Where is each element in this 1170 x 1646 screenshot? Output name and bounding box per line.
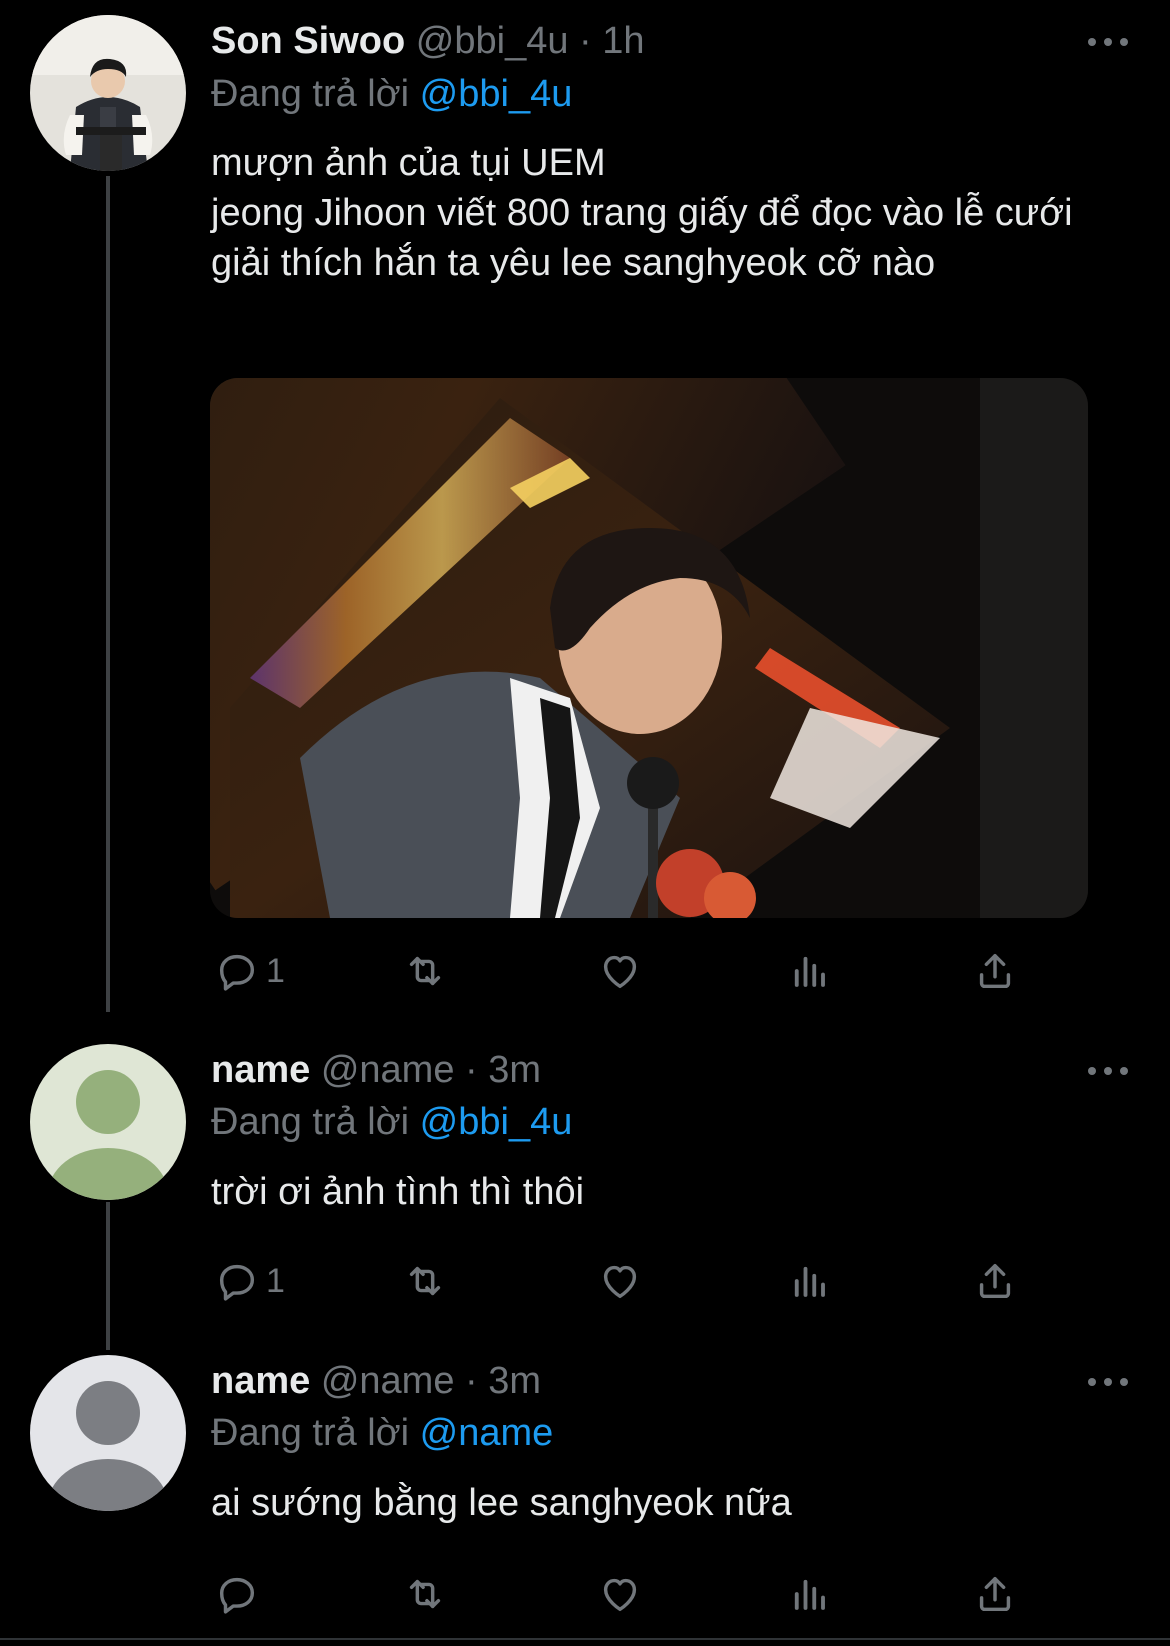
views-button[interactable] [788,1253,830,1309]
views-button[interactable] [788,943,830,999]
retweet-icon [409,956,441,986]
tweet[interactable]: Son Siwoo @bbi_4u · 1h Đang trả lời @bbi… [0,0,1170,1000]
like-button[interactable] [596,1566,644,1622]
avatar[interactable] [30,1355,186,1511]
display-name[interactable]: name [211,1049,310,1091]
display-name[interactable]: Son Siwoo [211,20,405,62]
like-button[interactable] [596,943,644,999]
retweet-button[interactable] [400,943,450,999]
timestamp[interactable]: 1h [602,20,644,62]
more-icon[interactable] [1088,32,1128,52]
tweet-actions: 1 [210,1253,1050,1309]
share-button[interactable] [972,1566,1018,1622]
replying-to: Đang trả lời @name [211,1410,553,1456]
tweet-text: mượn ảnh của tụi UEM jeong Jihoon viết 8… [211,142,1073,284]
user-handle[interactable]: @name [321,1049,455,1091]
views-button[interactable] [788,1566,830,1622]
more-icon[interactable] [1088,1061,1128,1081]
replying-to-label: Đang trả lời [211,73,410,115]
tweet-text: trời ơi ảnh tình thì thôi [211,1171,585,1213]
reply-button[interactable] [214,1566,266,1622]
reply-icon [219,1577,255,1614]
separator: · [465,1049,478,1091]
user-handle[interactable]: @bbi_4u [416,20,569,62]
like-button[interactable] [596,1253,644,1309]
tweet-text: ai sướng bằng lee sanghyeok nữa [211,1482,792,1524]
display-name[interactable]: name [211,1360,310,1402]
like-icon [603,1265,637,1299]
reply-button[interactable]: 1 [214,1253,285,1309]
reply-mention-link[interactable]: @bbi_4u [420,1101,573,1143]
like-icon [603,1578,637,1612]
share-icon [979,1576,1011,1612]
views-icon [794,1579,825,1610]
user-photo-avatar [30,15,186,171]
timestamp[interactable]: 3m [488,1360,541,1402]
tweet-header: Son Siwoo @bbi_4u · 1h [211,18,645,64]
tweet-header: name @name · 3m [211,1047,541,1093]
replying-to-label: Đang trả lời [211,1412,410,1454]
user-handle[interactable]: @name [321,1360,455,1402]
avatar[interactable] [30,1044,186,1200]
retweet-icon [409,1266,441,1296]
reply-count: 1 [266,951,285,990]
tweet[interactable]: name @name · 3m Đang trả lời @name ai sư… [0,1320,1170,1640]
timestamp[interactable]: 3m [488,1049,541,1091]
tweet-header: name @name · 3m [211,1358,541,1404]
tweet-image[interactable] [210,378,1088,918]
reply-button[interactable]: 1 [214,943,285,999]
default-user-avatar-green [30,1044,186,1200]
retweet-button[interactable] [400,1253,450,1309]
share-button[interactable] [972,943,1018,999]
retweet-icon [409,1579,441,1609]
reply-mention-link[interactable]: @name [420,1412,554,1454]
tweet[interactable]: name @name · 3m Đang trả lời @bbi_4u trờ… [0,1000,1170,1320]
share-icon [979,1263,1011,1299]
reply-mention-link[interactable]: @bbi_4u [420,73,573,115]
avatar[interactable] [30,15,186,171]
reply-count: 1 [266,1261,285,1300]
separator: · [579,20,592,62]
retweet-button[interactable] [400,1566,450,1622]
tweet-photo [210,378,1088,918]
share-icon [979,953,1011,989]
like-icon [603,955,637,989]
more-icon[interactable] [1088,1372,1128,1392]
divider [0,1638,1170,1640]
tweet-actions: 1 [210,943,1050,999]
default-user-avatar-gray [30,1355,186,1511]
separator: · [465,1360,478,1402]
replying-to-label: Đang trả lời [211,1101,410,1143]
replying-to: Đang trả lời @bbi_4u [211,71,572,117]
replying-to: Đang trả lời @bbi_4u [211,1099,572,1145]
share-button[interactable] [972,1253,1018,1309]
reply-icon [219,954,255,991]
views-icon [794,1266,825,1297]
tweet-actions [210,1566,1050,1622]
views-icon [794,956,825,987]
reply-icon [219,1264,255,1301]
